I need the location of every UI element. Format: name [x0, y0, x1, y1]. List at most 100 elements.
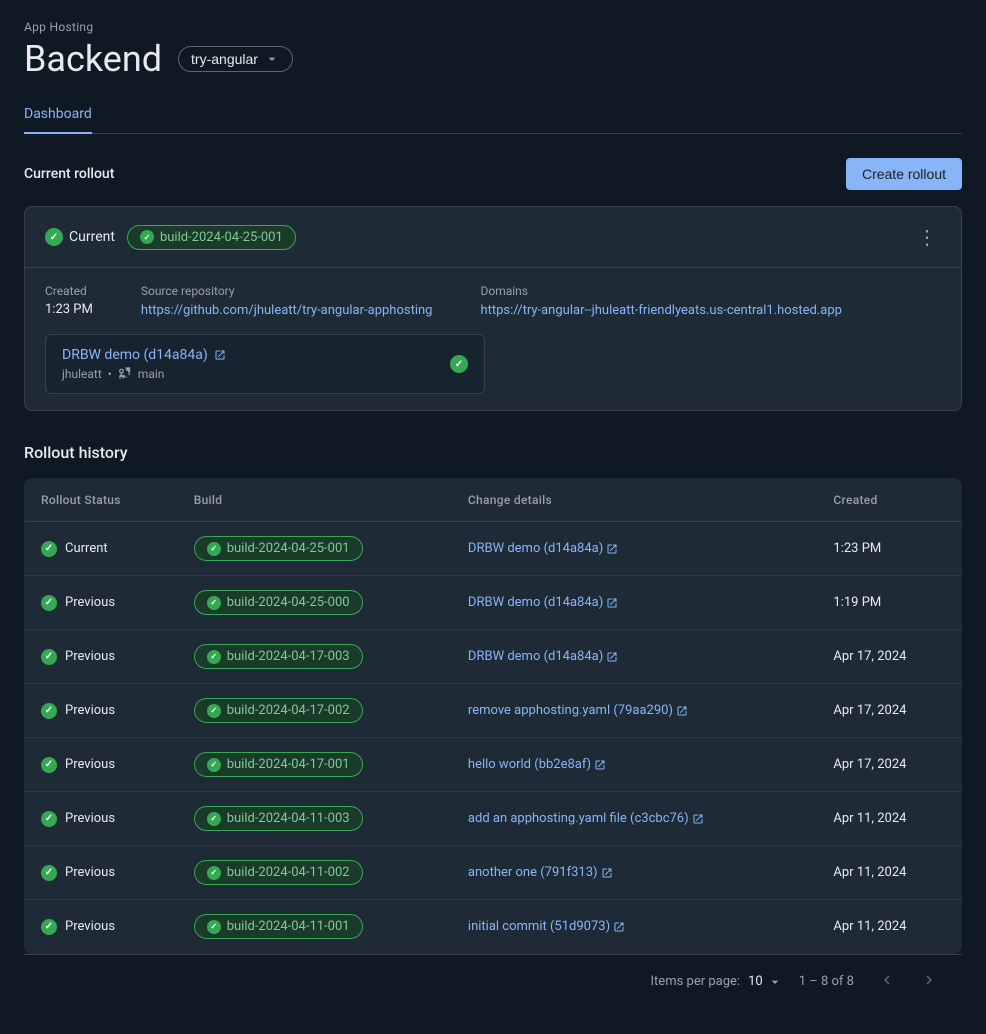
row-status-label: Previous — [65, 595, 115, 610]
row-change-link[interactable]: add an apphosting.yaml file (c3cbc76) — [468, 811, 689, 826]
more-menu-button[interactable]: ⋮ — [913, 221, 941, 253]
row-change-link[interactable]: another one (791f313) — [468, 865, 598, 880]
row-change: DRBW demo (d14a84a) — [452, 522, 817, 576]
items-per-page-select[interactable]: 10 — [748, 974, 783, 990]
row-build-icon — [207, 812, 221, 826]
branch-icon — [118, 367, 132, 381]
row-build: build-2024-04-11-001 — [178, 900, 452, 954]
row-change-link[interactable]: hello world (bb2e8af) — [468, 757, 591, 772]
chevron-left-icon — [878, 971, 896, 989]
next-page-button[interactable] — [912, 967, 946, 996]
app-hosting-label: App Hosting — [24, 20, 962, 34]
row-status: Previous — [25, 738, 178, 792]
row-build-label: build-2024-04-25-000 — [227, 595, 350, 610]
row-change-link[interactable]: initial commit (51d9073) — [468, 919, 610, 934]
row-change: DRBW demo (d14a84a) — [452, 630, 817, 684]
row-status: Previous — [25, 792, 178, 846]
row-build-icon — [207, 758, 221, 772]
row-external-link-icon — [606, 597, 618, 609]
row-status: Previous — [25, 900, 178, 954]
pagination-nav — [870, 967, 946, 996]
tab-bar: Dashboard — [24, 96, 962, 134]
current-rollout-header: Current rollout Create rollout — [24, 158, 962, 190]
row-build-icon — [207, 704, 221, 718]
page-title: Backend — [24, 38, 162, 80]
row-change: remove apphosting.yaml (79aa290) — [452, 684, 817, 738]
build-badge: build-2024-04-25-001 — [127, 225, 296, 250]
row-change-link[interactable]: DRBW demo (d14a84a) — [468, 649, 603, 664]
row-change: hello world (bb2e8af) — [452, 738, 817, 792]
table-footer: Items per page: 10 1 – 8 of 8 — [24, 954, 962, 1008]
branch-name: try-angular — [191, 51, 258, 67]
current-status-badge: Current — [45, 228, 115, 246]
row-status-icon — [41, 541, 57, 557]
row-build-label: build-2024-04-17-003 — [227, 649, 350, 664]
tab-dashboard[interactable]: Dashboard — [24, 96, 92, 134]
rollout-history-title: Rollout history — [24, 443, 962, 462]
build-status-icon — [140, 230, 154, 244]
row-external-link-icon — [606, 651, 618, 663]
row-status-icon — [41, 919, 57, 935]
pagination-info: 1 – 8 of 8 — [799, 974, 854, 989]
table-row: Previousbuild-2024-04-17-003DRBW demo (d… — [25, 630, 962, 684]
row-build-label: build-2024-04-11-001 — [227, 919, 350, 934]
row-build: build-2024-04-25-001 — [178, 522, 452, 576]
row-change: add an apphosting.yaml file (c3cbc76) — [452, 792, 817, 846]
row-status-label: Previous — [65, 811, 115, 826]
row-change: another one (791f313) — [452, 846, 817, 900]
row-change: DRBW demo (d14a84a) — [452, 576, 817, 630]
rollout-history-table: Rollout Status Build Change details Crea… — [24, 478, 962, 954]
row-created: 1:19 PM — [817, 576, 961, 630]
source-repo-link[interactable]: https://github.com/jhuleatt/try-angular-… — [141, 303, 433, 318]
row-created: Apr 11, 2024 — [817, 846, 961, 900]
row-status: Previous — [25, 576, 178, 630]
created-label: Created — [45, 284, 93, 298]
col-change: Change details — [452, 479, 817, 522]
row-build: build-2024-04-25-000 — [178, 576, 452, 630]
col-created: Created — [817, 479, 961, 522]
table-row: Previous build-2024-04-17-001 hello world … — [25, 738, 962, 792]
items-per-page-label: Items per page: — [651, 974, 741, 989]
row-change-link[interactable]: DRBW demo (d14a84a) — [468, 541, 603, 556]
source-repo-label: Source repository — [141, 284, 433, 298]
row-created: Apr 11, 2024 — [817, 792, 961, 846]
chevron-down-icon-table — [767, 974, 783, 990]
current-status-label: Current — [69, 229, 115, 245]
row-status-label: Previous — [65, 919, 115, 934]
table-row: Currentbuild-2024-04-25-001DRBW demo (d1… — [25, 522, 962, 576]
row-build-icon — [207, 866, 221, 880]
row-build-icon — [207, 650, 221, 664]
row-status-label: Previous — [65, 703, 115, 718]
domains-link[interactable]: https://try-angular--jhuleatt-friendlyea… — [480, 303, 842, 318]
row-status-label: Previous — [65, 865, 115, 880]
commit-branch: main — [138, 367, 165, 381]
domains-label: Domains — [480, 284, 842, 298]
create-rollout-button[interactable]: Create rollout — [846, 158, 962, 190]
row-external-link-icon — [594, 759, 606, 771]
row-build: build-2024-04-11-002 — [178, 846, 452, 900]
row-build: build-2024-04-17-001 — [178, 738, 452, 792]
row-external-link-icon — [676, 705, 688, 717]
table-row: Previous build-2024-04-11-002 another one … — [25, 846, 962, 900]
row-build-label: build-2024-04-11-002 — [227, 865, 350, 880]
branch-selector[interactable]: try-angular — [178, 46, 293, 72]
row-status-icon — [41, 595, 57, 611]
row-build-label: build-2024-04-17-001 — [227, 757, 350, 772]
row-external-link-icon — [601, 867, 613, 879]
row-build-label: build-2024-04-11-003 — [227, 811, 350, 826]
commit-link[interactable]: DRBW demo (d14a84a) — [62, 347, 226, 363]
row-status: Previous — [25, 846, 178, 900]
prev-page-button[interactable] — [870, 967, 904, 996]
row-build: build-2024-04-17-002 — [178, 684, 452, 738]
build-badge-label: build-2024-04-25-001 — [160, 230, 283, 245]
row-build-label: build-2024-04-25-001 — [227, 541, 350, 556]
row-status: Previous — [25, 684, 178, 738]
row-external-link-icon — [613, 921, 625, 933]
table-row: Previous build-2024-04-11-003 add an appho… — [25, 792, 962, 846]
col-status: Rollout Status — [25, 479, 178, 522]
table-row: Previous build-2024-04-25-000 DRBW demo (d… — [25, 576, 962, 630]
row-change-link[interactable]: remove apphosting.yaml (79aa290) — [468, 703, 673, 718]
row-created: 1:23 PM — [817, 522, 961, 576]
row-build-icon — [207, 542, 221, 556]
row-change-link[interactable]: DRBW demo (d14a84a) — [468, 595, 603, 610]
